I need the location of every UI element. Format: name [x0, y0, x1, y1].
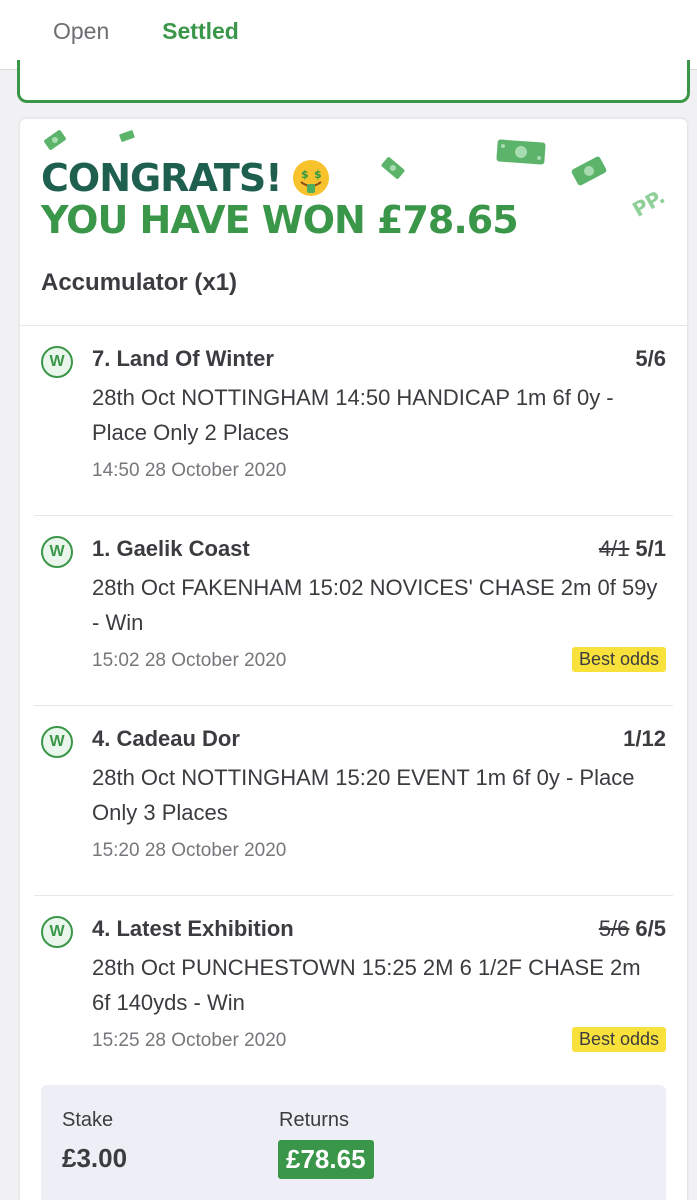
money-mouth-face-icon: $ $: [292, 160, 329, 196]
tab-settled-label: Settled: [162, 18, 239, 44]
event-time: 15:25 28 October 2020: [92, 1030, 287, 1051]
odds: 5/6: [635, 346, 666, 372]
banknote-icon: [496, 139, 546, 165]
bet-leg: W 7. Land Of Winter 5/6 28th Oct NOTTING…: [34, 326, 673, 516]
win-status-badge: W: [41, 916, 73, 948]
bet-summary: Stake £3.00 Returns £78.65: [41, 1085, 666, 1200]
event-description: 28th Oct NOTTINGHAM 14:50 HANDICAP 1m 6f…: [92, 385, 614, 445]
event-description: 28th Oct PUNCHESTOWN 15:25 2M 6 1/2F CHA…: [92, 955, 641, 1015]
stake-label: Stake: [62, 1109, 114, 1131]
banknote-icon: [119, 130, 135, 142]
winnings-heading: YOU HAVE WON £78.65: [41, 198, 519, 242]
event-description: 28th Oct NOTTINGHAM 15:20 EVENT 1m 6f 0y…: [92, 765, 635, 825]
returns-value: £78.65: [278, 1140, 374, 1179]
previous-bet-card[interactable]: [17, 60, 690, 103]
original-odds: 4/1: [598, 536, 630, 561]
congrats-text: CONGRATS!: [41, 156, 283, 200]
settled-bet-card: PP. CONGRATS! $ $ YOU HAVE WON £78.65 Ac…: [20, 119, 687, 1200]
selection-name: 7. Land Of Winter: [92, 346, 274, 371]
odds-value: 1/12: [623, 726, 666, 751]
odds-value: 5/1: [635, 536, 666, 561]
odds-value: 6/5: [635, 916, 666, 941]
event-time: 14:50 28 October 2020: [92, 460, 287, 481]
event-description: 28th Oct FAKENHAM 15:02 NOVICES' CHASE 2…: [92, 575, 658, 635]
selection-name: 4. Latest Exhibition: [92, 916, 294, 941]
win-status-badge: W: [41, 536, 73, 568]
best-odds-badge: Best odds: [571, 647, 666, 672]
selection-name: 1. Gaelik Coast: [92, 536, 250, 561]
watermark: PP.: [628, 184, 670, 222]
win-status-badge: W: [41, 726, 73, 758]
bet-leg: W 4. Cadeau Dor 1/12 28th Oct NOTTINGHAM…: [34, 706, 673, 896]
odds-value: 5/6: [635, 346, 666, 371]
banknote-icon: [381, 157, 405, 179]
odds: 5/6 6/5: [599, 916, 666, 942]
win-status-badge: W: [41, 346, 73, 378]
selection-name: 4. Cadeau Dor: [92, 726, 240, 751]
banknote-icon: [44, 130, 66, 150]
bet-leg: W 1. Gaelik Coast 4/1 5/1 28th Oct FAKENH…: [34, 516, 673, 706]
svg-text:$: $: [314, 168, 321, 181]
congrats-heading: CONGRATS! $ $: [41, 157, 330, 199]
svg-text:$: $: [301, 168, 308, 181]
original-odds: 5/6: [598, 916, 630, 941]
returns-label: Returns: [279, 1109, 350, 1131]
bet-leg: W 4. Latest Exhibition 5/6 6/5 28th Oct P…: [34, 896, 673, 1086]
stake-value: £3.00: [62, 1143, 128, 1173]
event-time: 15:20 28 October 2020: [92, 840, 287, 861]
bet-type-title: Accumulator (x1): [41, 269, 238, 296]
banknote-icon: [571, 156, 607, 186]
event-time: 15:02 28 October 2020: [92, 650, 287, 671]
odds: 4/1 5/1: [599, 536, 666, 562]
best-odds-badge: Best odds: [571, 1027, 666, 1052]
odds: 1/12: [623, 726, 666, 752]
